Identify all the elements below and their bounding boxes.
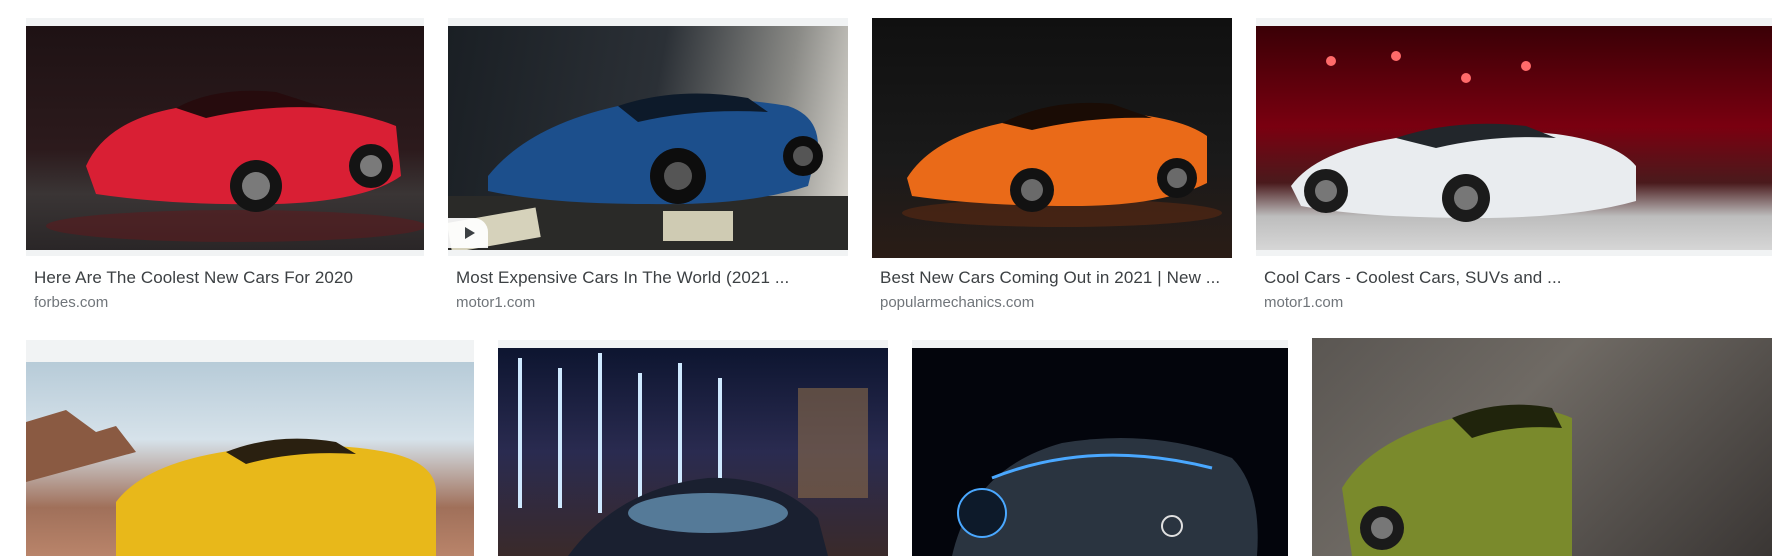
image-result[interactable] — [26, 340, 474, 556]
image-thumbnail[interactable] — [26, 18, 424, 256]
image-result[interactable]: Cool Cars - Coolest Cars, SUVs and ... m… — [1256, 18, 1772, 318]
image-thumbnail[interactable] — [872, 18, 1232, 258]
car-image — [1291, 51, 1636, 222]
result-title[interactable]: Most Expensive Cars In The World (2021 .… — [456, 268, 789, 288]
result-source: motor1.com — [1264, 294, 1344, 311]
result-title[interactable]: Cool Cars - Coolest Cars, SUVs and ... — [1264, 268, 1562, 288]
image-result[interactable] — [498, 340, 888, 556]
image-thumbnail[interactable] — [1256, 18, 1772, 256]
result-title[interactable]: Best New Cars Coming Out in 2021 | New .… — [880, 268, 1220, 288]
car-image — [448, 93, 848, 250]
image-thumbnail[interactable] — [448, 18, 848, 256]
image-thumbnail[interactable] — [912, 340, 1288, 556]
image-thumbnail[interactable] — [1312, 338, 1772, 556]
result-source: popularmechanics.com — [880, 294, 1035, 311]
result-source: motor1.com — [456, 294, 536, 311]
image-result[interactable] — [1312, 338, 1772, 556]
image-result[interactable] — [912, 340, 1288, 556]
image-result[interactable]: Best New Cars Coming Out in 2021 | New .… — [872, 18, 1232, 318]
car-image — [26, 410, 436, 556]
result-title[interactable]: Here Are The Coolest New Cars For 2020 — [34, 268, 353, 288]
result-source: forbes.com — [34, 294, 109, 311]
car-image — [952, 438, 1258, 556]
car-image — [902, 102, 1222, 227]
play-icon — [465, 227, 475, 239]
image-thumbnail[interactable] — [26, 340, 474, 556]
car-image — [518, 353, 868, 556]
car-image — [46, 90, 424, 242]
image-result[interactable]: Most Expensive Cars In The World (2021 .… — [448, 18, 848, 318]
car-image — [1342, 404, 1572, 556]
video-badge — [448, 218, 488, 248]
image-thumbnail[interactable] — [498, 340, 888, 556]
image-result[interactable]: Here Are The Coolest New Cars For 2020 f… — [26, 18, 424, 318]
